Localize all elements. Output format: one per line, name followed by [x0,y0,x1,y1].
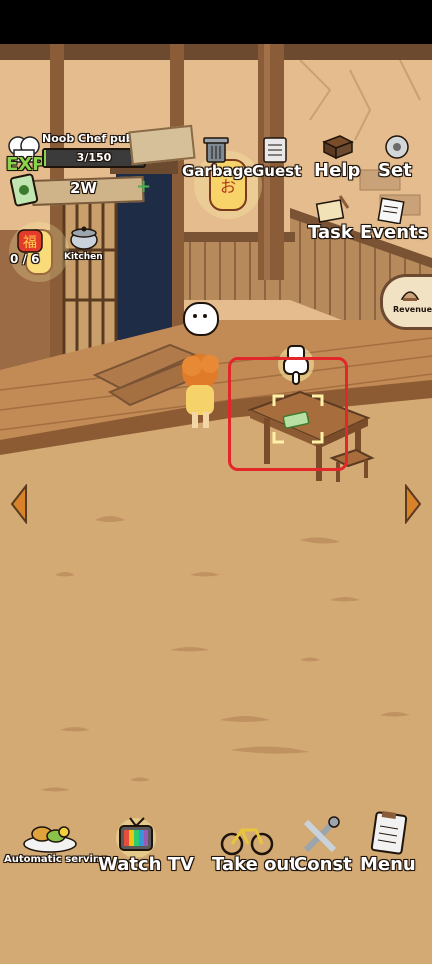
task-button[interactable]: Task [308,194,364,244]
settings-label: Set [378,160,412,181]
revenue-label: Revenue [393,305,432,314]
settings-button[interactable]: Set [376,132,422,182]
garbage-label: Garbage [182,162,254,180]
automatic-serving-button[interactable]: Automatic serving [2,814,107,870]
task-scroll-icon [315,195,350,223]
guest-book-icon [263,137,287,163]
guest-counter: 福 0 / 6 [10,224,50,270]
watch-tv-label: Watch TV [98,854,194,875]
menu-label: Menu [360,854,416,875]
guest-label: Guest [252,162,302,180]
watch-tv-button[interactable]: Watch TV [98,814,194,875]
garbage-button[interactable]: Garbage [182,134,254,182]
construct-button[interactable]: Const [292,814,352,875]
money-amount: 2W [70,179,97,197]
pub-name: Noob Chef pub [42,132,134,145]
guest-button[interactable]: Guest [250,134,306,182]
tutorial-highlight-box [228,357,348,471]
revenue-button[interactable]: Revenue [380,274,432,330]
trash-can-icon [203,137,229,163]
take-out-label: Take out [212,854,298,875]
help-book-icon [322,135,354,160]
customer-speech-bubble[interactable] [183,302,219,336]
events-label: Events [360,222,429,243]
tv-icon [116,817,156,858]
pot-icon [70,226,98,250]
exp-value: 3/150 [76,151,112,164]
cash-icon [9,173,39,207]
wrench-tools-icon [303,816,340,853]
gear-icon [385,135,409,159]
game-scene: お EXP Noob Chef pub 3/150 2W + 福 0 / 6 K… [0,44,432,964]
status-bar [0,0,432,44]
events-button[interactable]: Events [360,194,428,244]
events-scroll-icon [377,197,405,224]
help-button[interactable]: Help [312,132,362,182]
construct-label: Const [294,854,352,875]
lucky-bag-icon: 福 [17,229,43,253]
kitchen-label: Kitchen [64,252,103,262]
bicycle-icon [220,828,274,856]
task-label: Task [308,222,353,243]
take-out-button[interactable]: Take out [210,814,298,875]
food-platter-icon [23,826,77,853]
scroll-left-arrow[interactable] [8,484,30,524]
add-money-button[interactable]: + [136,176,151,197]
help-label: Help [314,160,361,181]
kitchen-button[interactable]: Kitchen [62,222,106,264]
revenue-bag-icon [400,291,420,301]
money-panel[interactable]: 2W + [8,172,151,208]
menu-clipboard-icon [370,811,408,855]
menu-button[interactable]: Menu [358,810,422,875]
guest-count: 0 / 6 [10,252,40,266]
svg-text:福: 福 [23,235,37,251]
automatic-serving-label: Automatic serving [4,854,108,865]
scroll-right-arrow[interactable] [402,484,424,524]
